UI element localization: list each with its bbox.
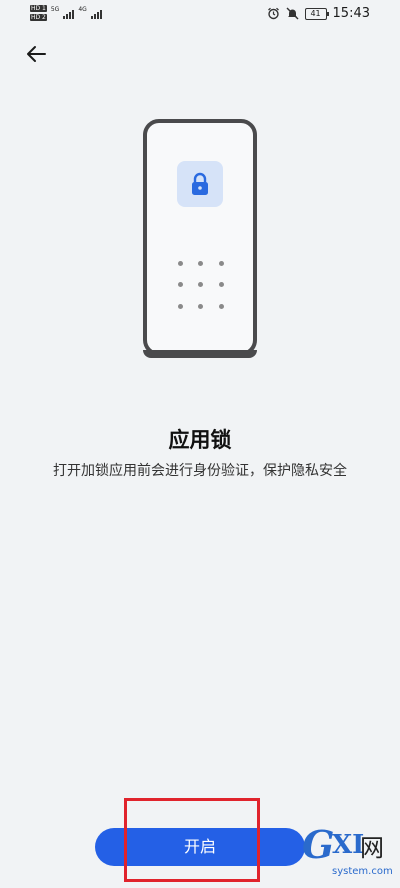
pattern-dot bbox=[219, 261, 225, 267]
status-bar: HD 1 HD 2 5G 4G 41 15:43 bbox=[0, 0, 400, 28]
sim2-badge: HD 2 bbox=[30, 14, 47, 21]
highlight-box bbox=[124, 798, 260, 882]
page-description: 打开加锁应用前会进行身份验证，保护隐私安全 bbox=[53, 463, 347, 479]
phone-illustration bbox=[143, 119, 257, 358]
pattern-dots bbox=[170, 253, 232, 317]
pattern-dot bbox=[219, 303, 225, 309]
pattern-dot bbox=[219, 282, 225, 288]
pattern-dot bbox=[177, 282, 183, 288]
watermark-logo: G XI 网 system.com bbox=[302, 822, 394, 882]
arrow-left-icon bbox=[27, 46, 46, 62]
sim1-badge: HD 1 bbox=[30, 5, 47, 12]
watermark-wang: 网 bbox=[360, 834, 384, 862]
alarm-icon bbox=[267, 7, 279, 20]
sim-indicators: HD 1 HD 2 bbox=[30, 5, 47, 21]
watermark-g: G bbox=[302, 822, 335, 867]
battery-indicator: 41 bbox=[304, 7, 329, 20]
pattern-dot bbox=[177, 261, 183, 267]
page-title: 应用锁 bbox=[168, 428, 232, 452]
pattern-dot bbox=[198, 303, 204, 309]
status-right: 41 15:43 bbox=[267, 6, 370, 21]
status-left: HD 1 HD 2 5G 4G bbox=[30, 5, 102, 21]
lock-icon bbox=[192, 172, 208, 195]
network-type-2: 4G bbox=[78, 5, 87, 13]
status-time: 15:43 bbox=[332, 6, 370, 21]
signal-1-icon bbox=[63, 7, 75, 19]
pattern-dot bbox=[198, 261, 204, 267]
pattern-dot bbox=[177, 303, 183, 309]
lock-tile bbox=[177, 161, 223, 207]
pattern-dot bbox=[198, 282, 204, 288]
back-button[interactable] bbox=[20, 40, 52, 68]
phone-bottom-edge bbox=[143, 350, 257, 358]
signal-2-icon bbox=[90, 7, 102, 19]
mute-icon bbox=[286, 7, 299, 20]
watermark-url: system.com bbox=[332, 866, 393, 877]
network-type-1: 5G bbox=[50, 5, 60, 13]
